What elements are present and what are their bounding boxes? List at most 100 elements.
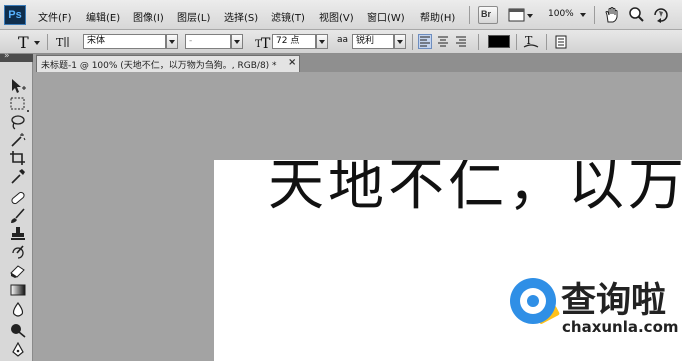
options-separator bbox=[546, 34, 547, 50]
magic-wand-icon bbox=[11, 133, 26, 147]
font-size-label-icon: T T bbox=[254, 34, 272, 53]
svg-text:T: T bbox=[18, 33, 29, 51]
font-size-input[interactable]: 72 点 bbox=[272, 34, 316, 49]
anti-alias-label: aa bbox=[337, 35, 349, 45]
eyedropper-tool[interactable] bbox=[9, 168, 27, 184]
eraser-icon bbox=[10, 265, 25, 278]
menu-select[interactable]: 选择(S) bbox=[224, 9, 258, 24]
menu-separator bbox=[594, 6, 595, 24]
screen-mode-button[interactable] bbox=[508, 7, 534, 23]
align-left-icon bbox=[420, 36, 430, 47]
text-orientation-icon: T bbox=[56, 36, 69, 49]
lasso-tool[interactable] bbox=[9, 114, 27, 130]
menu-window[interactable]: 窗口(W) bbox=[367, 9, 405, 24]
zoom-icon bbox=[629, 7, 644, 22]
align-right-icon bbox=[456, 36, 466, 47]
watermark-url: chaxunla.com bbox=[562, 318, 679, 336]
options-separator bbox=[478, 34, 479, 50]
type-tool-icon: T bbox=[18, 33, 40, 52]
history-brush-tool[interactable] bbox=[9, 244, 27, 260]
font-style-dropdown-icon[interactable] bbox=[231, 34, 243, 49]
rotate-view-button[interactable] bbox=[652, 6, 670, 27]
document-tab-title: 未标题-1 @ 100% (天地不仁，以万物为刍狗。, RGB/8) * bbox=[41, 61, 277, 71]
zoom-tool-button[interactable] bbox=[628, 6, 644, 27]
history-brush-icon bbox=[12, 245, 24, 259]
gradient-tool[interactable] bbox=[9, 282, 27, 298]
tools-panel: » bbox=[0, 51, 33, 361]
move-icon bbox=[12, 79, 26, 93]
text-orientation-button[interactable]: T bbox=[55, 34, 73, 53]
tools-panel-grip[interactable]: » bbox=[0, 51, 33, 62]
photoshop-logo: Ps bbox=[4, 5, 26, 25]
healing-brush-tool[interactable] bbox=[9, 190, 27, 206]
dodge-tool[interactable] bbox=[9, 322, 27, 338]
clone-stamp-tool[interactable] bbox=[9, 226, 27, 242]
align-left-button[interactable] bbox=[418, 34, 432, 49]
menu-edit[interactable]: 编辑(E) bbox=[86, 9, 120, 24]
hand-tool-button[interactable] bbox=[604, 6, 620, 27]
marquee-icon bbox=[10, 97, 25, 110]
panels-icon bbox=[555, 35, 567, 49]
menu-layer[interactable]: 图层(L) bbox=[177, 9, 210, 24]
stamp-icon bbox=[11, 227, 25, 240]
pen-icon bbox=[12, 341, 24, 357]
blur-tool[interactable] bbox=[9, 301, 27, 318]
zoom-dropdown-icon[interactable] bbox=[580, 13, 586, 17]
svg-text:T: T bbox=[56, 36, 64, 49]
text-color-swatch[interactable] bbox=[488, 35, 510, 48]
font-style-select[interactable]: - bbox=[185, 34, 231, 49]
anti-alias-dropdown-icon[interactable] bbox=[394, 34, 406, 49]
menu-help[interactable]: 帮助(H) bbox=[420, 9, 455, 24]
character-panel-button[interactable] bbox=[553, 34, 569, 53]
canvas-text-layer[interactable]: 天地不仁，以万物 bbox=[268, 160, 682, 222]
options-separator bbox=[516, 34, 517, 50]
svg-text:T: T bbox=[261, 36, 271, 50]
warp-text-icon: T bbox=[523, 34, 539, 48]
watermark-title: 查询啦 bbox=[561, 281, 667, 321]
anti-alias-select[interactable]: 锐利 bbox=[352, 34, 394, 49]
marquee-tool[interactable] bbox=[9, 96, 27, 112]
move-tool[interactable] bbox=[9, 78, 27, 94]
lasso-icon bbox=[11, 115, 25, 130]
eraser-tool[interactable] bbox=[9, 262, 27, 278]
bandage-icon bbox=[11, 191, 25, 205]
zoom-level[interactable]: 100% bbox=[548, 9, 574, 19]
menu-file[interactable]: 文件(F) bbox=[38, 9, 72, 24]
crop-tool[interactable] bbox=[9, 150, 27, 166]
menu-image[interactable]: 图像(I) bbox=[133, 9, 164, 24]
hand-icon bbox=[605, 7, 618, 23]
bridge-button[interactable]: Br bbox=[478, 6, 498, 24]
font-family-dropdown-icon[interactable] bbox=[166, 34, 178, 49]
font-size-icon: T T bbox=[255, 36, 271, 52]
brush-tool[interactable] bbox=[9, 208, 27, 224]
eyedropper-icon bbox=[11, 169, 25, 184]
rotate-view-icon bbox=[654, 8, 668, 23]
font-family-select[interactable]: 宋体 bbox=[83, 34, 166, 49]
close-icon[interactable]: × bbox=[288, 57, 296, 68]
options-separator bbox=[412, 34, 413, 50]
dodge-icon bbox=[11, 324, 26, 338]
bridge-label: Br bbox=[481, 9, 492, 19]
tool-submenu-marker bbox=[27, 110, 29, 112]
screen-mode-icon bbox=[508, 8, 533, 22]
pen-tool[interactable] bbox=[9, 341, 27, 358]
align-center-icon bbox=[438, 36, 448, 47]
font-size-dropdown-icon[interactable] bbox=[316, 34, 328, 49]
menu-filter[interactable]: 滤镜(T) bbox=[271, 9, 305, 24]
align-right-button[interactable] bbox=[454, 34, 468, 49]
drop-icon bbox=[12, 301, 24, 317]
align-center-button[interactable] bbox=[436, 34, 450, 49]
warp-text-button[interactable]: T bbox=[522, 33, 540, 54]
menu-bar: Ps 文件(F) 编辑(E) 图像(I) 图层(L) 选择(S) 滤镜(T) 视… bbox=[0, 0, 682, 30]
document-tab[interactable]: 未标题-1 @ 100% (天地不仁，以万物为刍狗。, RGB/8) * × bbox=[36, 55, 300, 72]
text-tool-preset[interactable]: T bbox=[16, 33, 42, 54]
quick-selection-tool[interactable] bbox=[9, 132, 27, 148]
watermark-logo-icon bbox=[510, 278, 556, 324]
brush-icon bbox=[11, 208, 25, 223]
options-bar: T T 宋体 - T T 72 点 aa 锐利 T bbox=[0, 30, 682, 54]
gradient-icon bbox=[10, 284, 26, 296]
menu-view[interactable]: 视图(V) bbox=[319, 9, 354, 24]
menu-separator bbox=[469, 6, 470, 24]
crop-icon bbox=[10, 151, 25, 165]
options-separator bbox=[47, 34, 48, 50]
